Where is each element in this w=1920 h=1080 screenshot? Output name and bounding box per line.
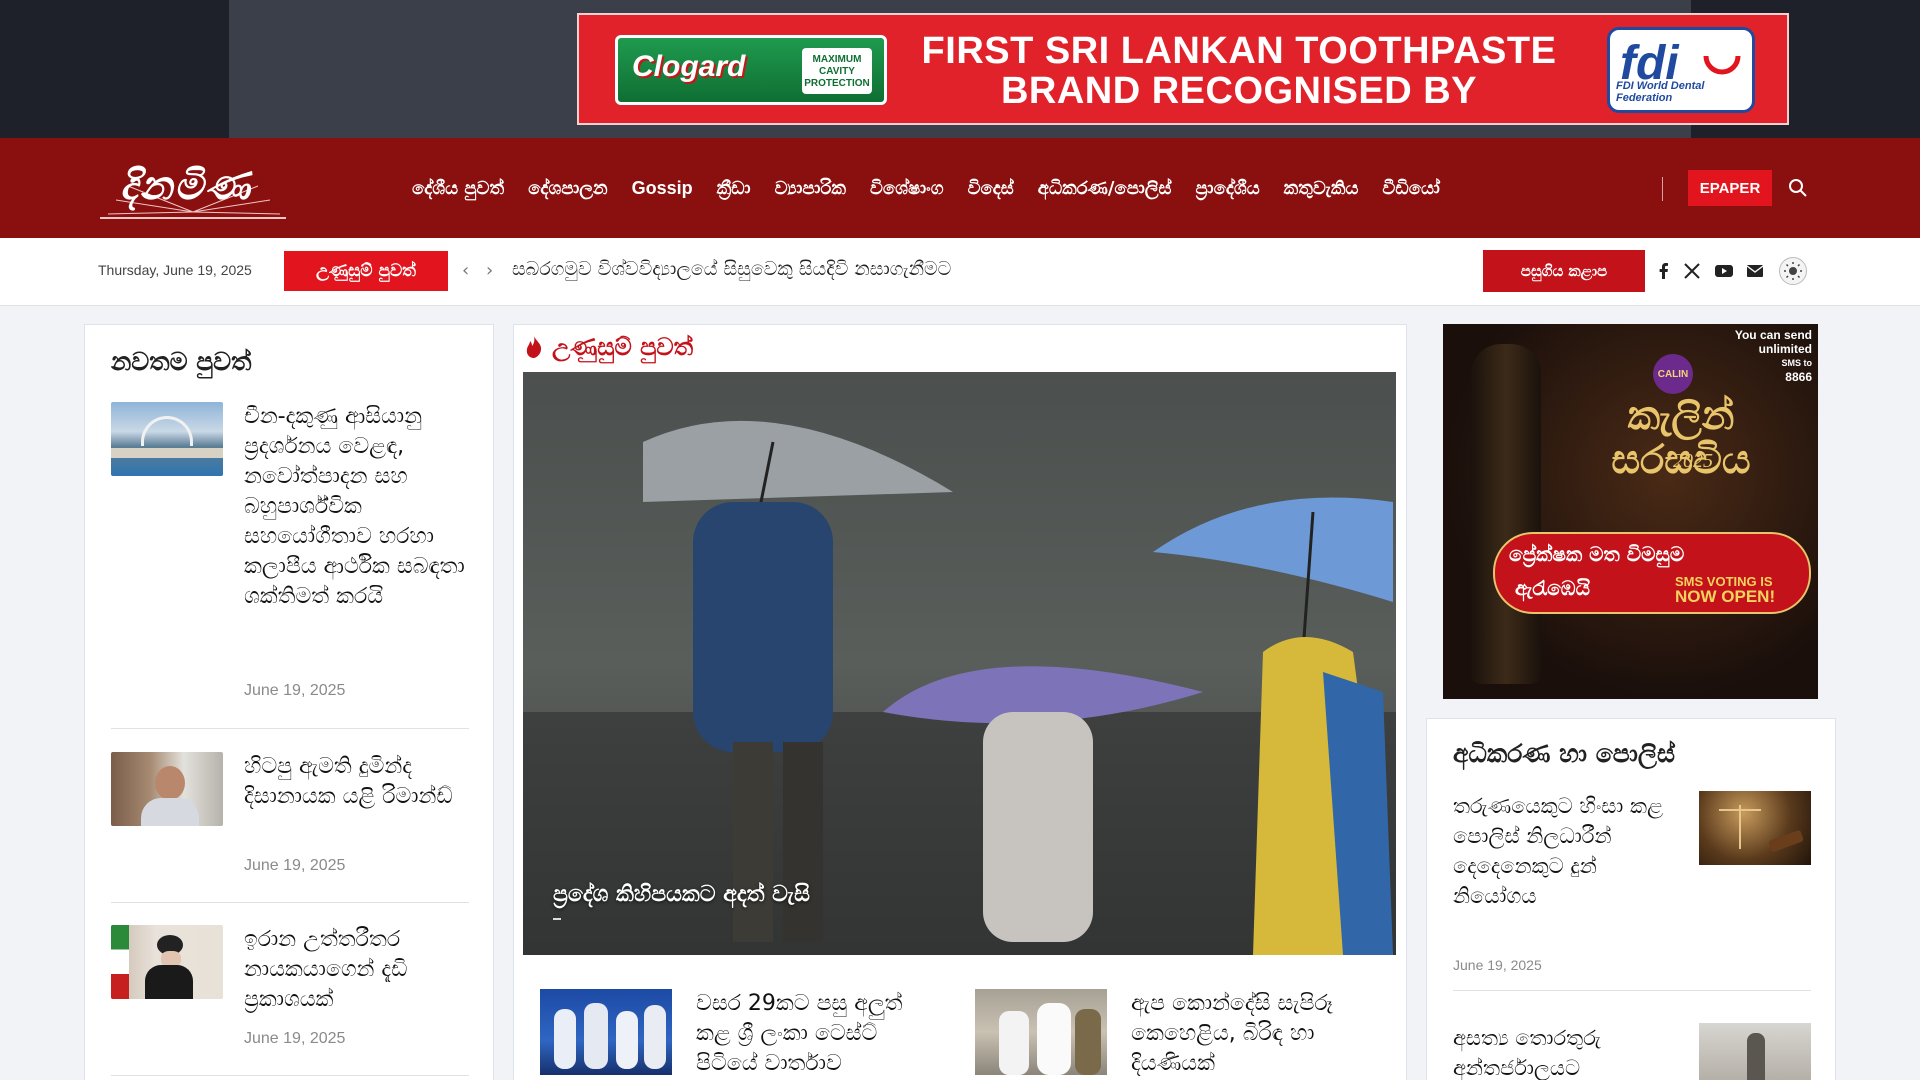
breaking-news-label: උණුසුම් පුවත් [284,251,448,291]
fdi-logo: fdi FDI World Dental Federation [1607,27,1755,113]
sms-note-1: You can send [1734,328,1812,342]
list-item[interactable]: තරුණයෙකුට හිංසා කළ පොලිස් නිලධාරීන් දෙදෙ… [1453,791,1811,991]
news-title[interactable]: තරුණයෙකුට හිංසා කළ පොලිස් නිලධාරීන් දෙදෙ… [1453,791,1683,911]
news-thumbnail[interactable] [111,402,223,476]
hero-image[interactable]: ප්‍රදේශ කිහිපයකට අදත් වැසි [523,372,1396,955]
x-twitter-icon[interactable] [1683,262,1701,280]
hero-underline [553,918,561,920]
ticker-next-icon[interactable]: › [486,260,493,281]
news-date: June 19, 2025 [244,1030,346,1047]
search-icon[interactable] [1788,178,1808,198]
ad-headline: FIRST SRI LANKAN TOOTHPASTE BRAND RECOGN… [919,31,1559,111]
news-thumbnail[interactable] [111,752,223,826]
news-thumbnail[interactable] [975,989,1107,1075]
sms-note-2: unlimited [1758,342,1812,356]
nav-item-regional[interactable]: ප්‍රාදේශීය [1183,178,1271,199]
vote-banner: ප්‍රේක්ෂක මත විමසුම ඇරැඹෙයි SMS VOTING I… [1493,532,1811,614]
site-logo[interactable]: දිනමිණ [98,156,288,222]
news-thumbnail[interactable] [540,989,672,1075]
ticker-headline[interactable]: සබරගමුව විශ්වවිද්‍යාලයේ සිසුවෙකු සියදිවි… [512,258,951,280]
sms-note-3: SMS to [1781,358,1813,368]
product-tag: MAXIMUM CAVITY PROTECTION [802,48,872,94]
vote-text-si-2: ඇරැඹෙයි [1515,576,1590,600]
news-date: June 19, 2025 [244,857,346,874]
nav-divider [1662,177,1663,201]
list-item[interactable]: ඉරාන උත්තරීතර නායකයාගෙන් දැඩි ප්‍රකාශයක්… [111,925,469,1076]
vote-text-si-1: ප්‍රේක්ෂක මත විමසුම [1509,542,1685,566]
clogard-logo: Clogard [632,50,746,83]
archive-button[interactable]: පසුගිය කළාප [1483,250,1645,292]
nav-item-local[interactable]: දේශීය පුවත් [400,178,516,199]
nav-item-courts-police[interactable]: අධිකරණ/පොලිස් [1026,178,1184,199]
list-item[interactable]: අසත්‍ය තොරතුරු අන්තර්ජාලයට [1453,1023,1811,1080]
theme-toggle[interactable] [1779,257,1807,285]
news-date: June 19, 2025 [244,682,346,699]
toothpaste-product-image: Clogard MAXIMUM CAVITY PROTECTION [615,35,887,105]
latest-news-title: නවතම පුවත් [111,347,252,376]
nav-item-sports[interactable]: ක්‍රීඩා [705,178,763,199]
hot-news-column: උණුසුම් පුවත් [513,324,1407,1080]
news-ticker-bar: Thursday, June 19, 2025 උණුසුම් පුවත් ‹ … [0,238,1920,306]
nav-item-video[interactable]: වීඩියෝ [1370,178,1451,199]
epaper-button[interactable]: EPAPER [1688,170,1772,206]
nav-item-business[interactable]: ව්‍යාපාරික [763,178,858,199]
facebook-icon[interactable] [1655,262,1673,280]
news-thumbnail[interactable] [1699,1023,1811,1080]
news-date: June 19, 2025 [1453,957,1542,973]
news-title[interactable]: වසර 29කට පසු අලුත් කළ ශ්‍රී ලංකා ටෙස්ට් … [696,989,936,1079]
hot-news-heading: උණුසුම් පුවත් [524,333,693,361]
main-navbar: දිනමිණ දේශීය පුවත් දේශපාලන Gossip ක්‍රීඩ… [0,138,1920,238]
list-item[interactable]: හිටපු ඇමති දුමින්ද දිසානායක යළි රිමාන්ඩ්… [111,752,469,903]
vote-text-en-2: NOW OPEN! [1675,587,1776,606]
sms-note-4: 8866 [1785,370,1812,384]
courts-police-column: අධිකරණ හා පොලිස් තරුණයෙකුට හිංසා කළ පොලි… [1426,718,1836,1080]
news-title[interactable]: අසත්‍ය තොරතුරු අන්තර්ජාලයට [1453,1023,1683,1080]
sarasaviya-year: 2025 [1673,450,1713,472]
rain-umbrella-image [523,372,1396,955]
logo-text: දිනමිණ [120,162,252,209]
nav-item-editorial[interactable]: කතුවැකිය [1272,178,1371,199]
calin-logo: CALIN [1653,354,1693,394]
news-thumbnail[interactable] [1699,791,1811,865]
statue-image [1471,344,1541,684]
nav-item-politics[interactable]: දේශපාලන [516,178,620,199]
news-thumbnail[interactable] [111,925,223,999]
vote-text-en: SMS VOTING IS NOW OPEN! [1675,574,1776,606]
ticker-prev-icon[interactable]: ‹ [462,260,469,281]
sarasaviya-ad[interactable]: You can send unlimited SMS to 8866 CALIN… [1443,324,1818,699]
courts-police-title: අධිකරණ හා පොලිස් [1453,739,1675,768]
fdi-subtitle: FDI World Dental Federation [1616,80,1705,104]
hot-news-title: උණුසුම් පුවත් [552,333,694,361]
hero-caption[interactable]: ප්‍රදේශ කිහිපයකට අදත් වැසි [553,882,810,907]
top-ad-frame: Clogard MAXIMUM CAVITY PROTECTION FIRST … [229,0,1789,138]
fdi-smile-icon [1703,55,1741,75]
nav-item-gossip[interactable]: Gossip [620,178,705,199]
email-icon[interactable] [1746,262,1764,280]
youtube-icon[interactable] [1714,262,1734,280]
ad-headline-line2: BRAND RECOGNISED BY [1000,70,1478,112]
sun-icon [1784,262,1802,280]
news-title[interactable]: ඉරාන උත්තරීතර නායකයාගෙන් දැඩි ප්‍රකාශයක් [244,925,469,1015]
fire-icon [526,336,542,358]
ad-headline-line1: FIRST SRI LANKAN TOOTHPASTE [921,30,1557,72]
current-date: Thursday, June 19, 2025 [98,262,252,278]
top-ad-band: Clogard MAXIMUM CAVITY PROTECTION FIRST … [0,0,1920,138]
sms-note: You can send unlimited SMS to 8866 [1735,328,1812,384]
news-title[interactable]: හිටපු ඇමති දුමින්ද දිසානායක යළි රිමාන්ඩ් [244,752,469,812]
nav-item-foreign[interactable]: විදෙස් [956,178,1026,199]
news-title[interactable]: චීන-දකුණු ආසියානු ප්‍රදර්ශනය වෙළඳ, නවෝත්… [244,402,469,612]
nav-item-features[interactable]: විශේෂාංග [858,178,956,199]
news-title[interactable]: ඇප කොන්දේසි සැපිරූ කෙහෙළිය, බිරිඳ හා දිය… [1131,989,1371,1079]
clogard-ad-banner[interactable]: Clogard MAXIMUM CAVITY PROTECTION FIRST … [577,13,1789,125]
list-item[interactable]: චීන-දකුණු ආසියානු ප්‍රදර්ශනය වෙළඳ, නවෝත්… [111,402,469,729]
latest-news-column: නවතම පුවත් චීන-දකුණු ආසියානු ප්‍රදර්ශනය … [84,324,494,1080]
nav-links: දේශීය පුවත් දේශපාලන Gossip ක්‍රීඩා ව්‍යා… [400,138,1452,238]
